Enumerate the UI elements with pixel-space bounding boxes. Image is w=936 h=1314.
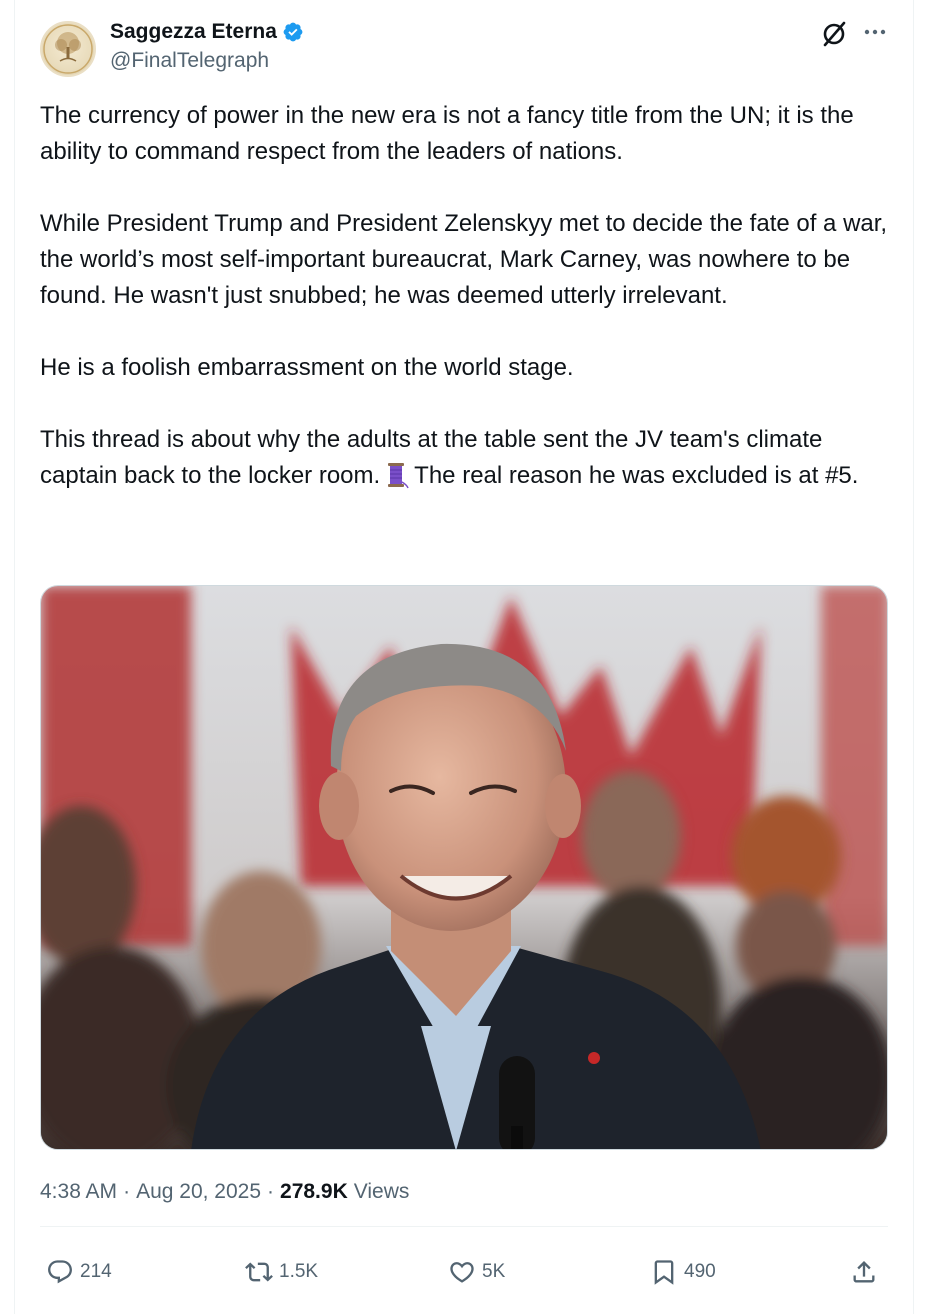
repost-icon bbox=[245, 1262, 273, 1282]
author-name-row[interactable]: Saggezza Eterna bbox=[110, 18, 304, 46]
bookmark-count: 490 bbox=[684, 1261, 716, 1282]
grok-icon[interactable] bbox=[820, 20, 848, 48]
display-name[interactable]: Saggezza Eterna bbox=[110, 20, 277, 44]
tweet-paragraph-3: He is a foolish embarrassment on the wor… bbox=[40, 354, 574, 381]
meta-separator: · bbox=[123, 1180, 131, 1203]
like-count: 5K bbox=[482, 1261, 506, 1282]
views-count[interactable]: 278.9K bbox=[280, 1180, 348, 1204]
meta-separator: · bbox=[267, 1180, 275, 1203]
repost-count: 1.5K bbox=[279, 1261, 319, 1282]
tweet-photo[interactable] bbox=[40, 585, 888, 1150]
thread-spool-icon bbox=[388, 463, 409, 489]
verified-badge-icon bbox=[283, 22, 303, 42]
tweet-paragraph-4b: The real reason he was excluded is at #5… bbox=[414, 462, 859, 489]
heart-icon bbox=[450, 1262, 474, 1283]
divider bbox=[40, 1226, 888, 1227]
reply-button[interactable]: 214 bbox=[46, 1252, 112, 1292]
share-button[interactable] bbox=[850, 1252, 884, 1292]
avatar[interactable] bbox=[40, 21, 96, 77]
share-icon bbox=[853, 1261, 875, 1283]
tree-logo-icon bbox=[43, 24, 93, 74]
tweet-text: The currency of power in the new era is … bbox=[40, 98, 900, 494]
tweet-time[interactable]: 4:38 AM bbox=[40, 1180, 117, 1204]
more-options-icon[interactable] bbox=[862, 22, 888, 42]
repost-button[interactable]: 1.5K bbox=[245, 1252, 318, 1292]
tweet-date[interactable]: Aug 20, 2025 bbox=[136, 1180, 261, 1204]
bookmark-icon bbox=[654, 1260, 674, 1285]
tweet-paragraph-1: The currency of power in the new era is … bbox=[40, 102, 861, 165]
author-handle[interactable]: @FinalTelegraph bbox=[110, 49, 269, 73]
action-bar: 214 1.5K 5K 490 bbox=[40, 1252, 888, 1292]
reply-count: 214 bbox=[80, 1261, 112, 1282]
like-button[interactable]: 5K bbox=[448, 1252, 505, 1292]
bookmark-button[interactable]: 490 bbox=[650, 1252, 716, 1292]
photo-of-smiling-man-at-podium bbox=[41, 586, 887, 1149]
tweet-meta: 4:38 AM · Aug 20, 2025 · 278.9K Views bbox=[40, 1178, 409, 1206]
reply-icon bbox=[48, 1260, 72, 1284]
views-label: Views bbox=[353, 1180, 410, 1203]
tweet-paragraph-2: While President Trump and President Zele… bbox=[40, 210, 894, 309]
